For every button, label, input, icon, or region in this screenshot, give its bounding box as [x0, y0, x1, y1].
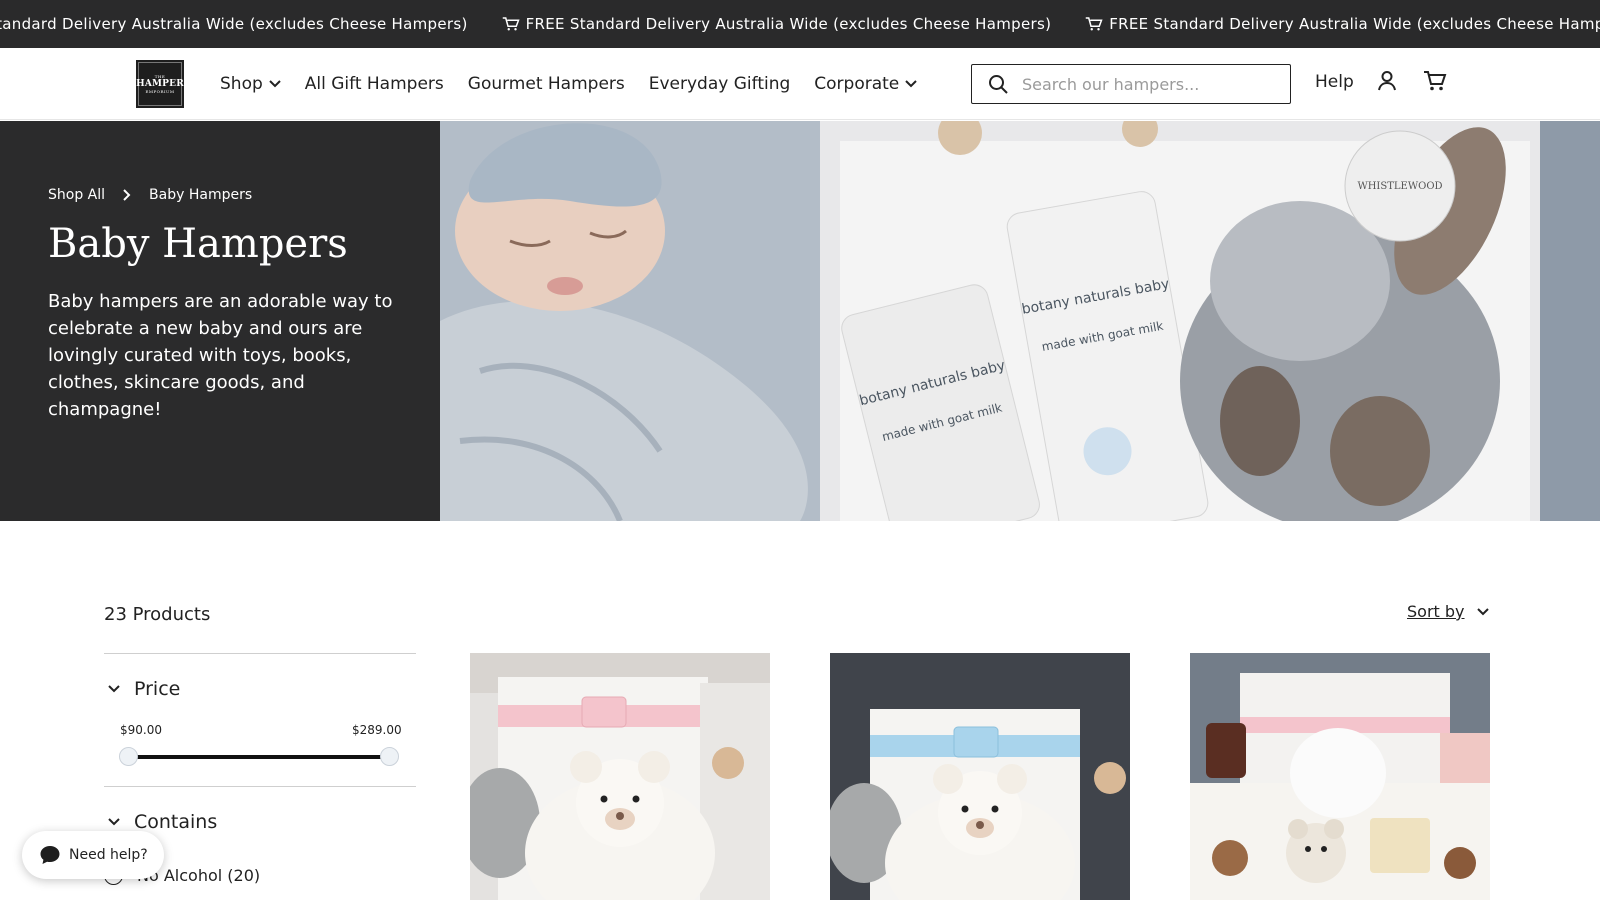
cart-icon [1086, 17, 1103, 31]
cart-icon[interactable] [1423, 70, 1447, 92]
announcement-item: FREE Standard Delivery Australia Wide (e… [0, 15, 468, 33]
site-logo[interactable]: THE HAMPER EMPORIUM [136, 60, 184, 108]
logo-frame: THE HAMPER EMPORIUM [136, 62, 184, 106]
product-image [470, 653, 770, 900]
breadcrumb-shop-all[interactable]: Shop All [48, 187, 105, 203]
announcement-bar: FREE Standard Delivery Australia Wide (e… [0, 0, 1600, 48]
product-image [830, 653, 1130, 900]
hero-image: botany naturals baby made with goat milk… [440, 121, 1600, 521]
product-card[interactable] [470, 653, 770, 900]
page-title: Baby Hampers [48, 221, 348, 267]
announcement-track: FREE Standard Delivery Australia Wide (e… [0, 0, 1600, 48]
hero-panel: Shop All Baby Hampers Baby Hampers Baby … [0, 121, 440, 521]
breadcrumb-current: Baby Hampers [149, 187, 253, 203]
price-slider-min-handle[interactable] [119, 747, 138, 766]
filter-contains-label: Contains [134, 811, 218, 833]
need-help-label: Need help? [69, 847, 148, 863]
product-card[interactable] [830, 653, 1130, 900]
main-nav: Shop All Gift Hampers Gourmet Hampers Ev… [220, 48, 941, 120]
nav-item-corporate[interactable]: Corporate [814, 74, 917, 94]
filter-contains-toggle[interactable]: Contains [108, 811, 217, 833]
sort-label: Sort by [1407, 602, 1465, 621]
chat-bubble-icon [40, 846, 60, 864]
breadcrumb: Shop All Baby Hampers [48, 187, 252, 203]
product-image [1190, 653, 1490, 900]
filter-divider [104, 786, 416, 787]
announcement-item: FREE Standard Delivery Australia Wide (e… [502, 15, 1052, 33]
filter-divider [104, 653, 416, 654]
product-count: 23 Products [104, 604, 211, 625]
cart-icon [502, 17, 520, 31]
announcement-text: FREE Standard Delivery Australia Wide (e… [1109, 15, 1600, 33]
nav-item-label: Gourmet Hampers [467, 74, 625, 94]
filter-price-label: Price [134, 678, 181, 700]
announcement-text: FREE Standard Delivery Australia Wide (e… [0, 15, 468, 33]
nav-item-all-gift-hampers[interactable]: All Gift Hampers [305, 74, 444, 94]
nav-item-label: Everyday Gifting [648, 74, 791, 94]
logo-line-3: EMPORIUM [145, 89, 175, 94]
announcement-text: FREE Standard Delivery Australia Wide (e… [525, 15, 1052, 33]
chevron-down-icon [1476, 607, 1489, 615]
announcement-item: FREE Standard Delivery Australia Wide (e… [1085, 15, 1600, 33]
need-help-chat-button[interactable]: Need help? [22, 831, 164, 879]
chevron-down-icon [905, 80, 917, 88]
chevron-down-icon [269, 80, 281, 88]
price-max-label: $289.00 [352, 723, 402, 737]
search-box[interactable] [971, 64, 1291, 104]
page-description: Baby hampers are an adorable way to cele… [48, 291, 393, 420]
search-icon[interactable] [988, 74, 1008, 94]
price-min-label: $90.00 [120, 723, 162, 737]
chevron-down-icon [108, 818, 120, 826]
filter-price-toggle[interactable]: Price [108, 678, 180, 700]
nav-item-label: Shop [220, 74, 263, 94]
nav-item-gourmet-hampers[interactable]: Gourmet Hampers [468, 74, 625, 94]
nav-item-shop[interactable]: Shop [220, 74, 281, 94]
sort-dropdown[interactable]: Sort by [1407, 602, 1489, 621]
help-link[interactable]: Help [1315, 72, 1354, 92]
price-slider-max-handle[interactable] [380, 747, 399, 766]
nav-item-label: Corporate [814, 74, 900, 94]
product-card[interactable] [1190, 653, 1490, 900]
account-icon[interactable] [1377, 70, 1397, 92]
nav-item-label: All Gift Hampers [304, 74, 444, 94]
logo-line-2: HAMPER [136, 79, 184, 89]
site-header: THE HAMPER EMPORIUM Shop All Gift Hamper… [0, 48, 1600, 120]
price-slider-track[interactable] [128, 755, 390, 759]
search-input[interactable] [1022, 74, 1272, 94]
nav-item-everyday-gifting[interactable]: Everyday Gifting [649, 74, 791, 94]
tag-label: WHISTLEWOOD [1357, 181, 1442, 192]
chevron-down-icon [108, 685, 120, 693]
chevron-right-icon [123, 189, 131, 201]
